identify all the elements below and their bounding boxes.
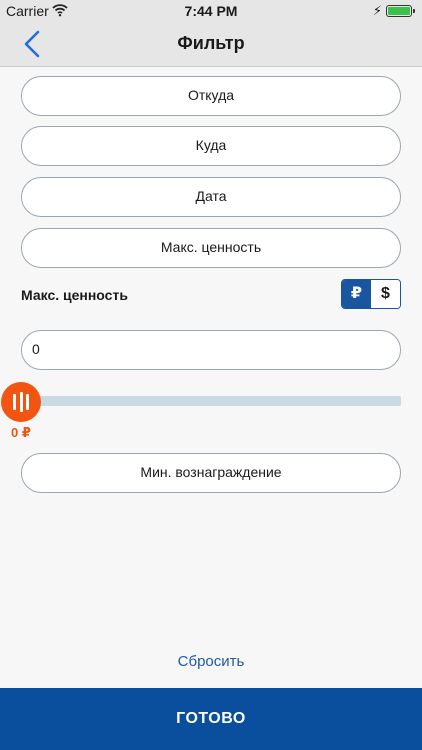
slider-value-label: 0 ₽ — [11, 425, 31, 440]
max-value-field[interactable]: Макс. ценность — [21, 228, 401, 268]
equalizer-icon — [13, 394, 16, 410]
max-value-input[interactable]: 0 — [21, 330, 401, 370]
done-button[interactable]: ГОТОВО — [0, 688, 422, 750]
status-time: 7:44 PM — [184, 3, 238, 19]
page-title: Фильтр — [177, 33, 245, 53]
reset-button[interactable]: Сбросить — [0, 653, 422, 670]
charging-icon: ⚡ — [372, 3, 382, 18]
value-slider-thumb[interactable] — [1, 382, 41, 422]
back-button[interactable] — [20, 28, 50, 60]
currency-toggle: ₽ $ — [341, 279, 401, 309]
max-value-label: Макс. ценность — [21, 287, 128, 303]
date-field[interactable]: Дата — [21, 177, 401, 217]
battery-icon — [386, 5, 415, 17]
value-slider-track[interactable] — [20, 396, 401, 406]
min-reward-field[interactable]: Мин. вознаграждение — [21, 453, 401, 493]
chevron-left-icon — [24, 30, 40, 58]
currency-rub-button[interactable]: ₽ — [342, 280, 371, 308]
status-bar: Carrier 7:44 PM ⚡ — [0, 0, 422, 22]
navigation-bar: Фильтр — [0, 22, 422, 67]
from-field[interactable]: Откуда — [21, 76, 401, 116]
currency-usd-button[interactable]: $ — [371, 280, 400, 308]
to-field[interactable]: Куда — [21, 126, 401, 166]
